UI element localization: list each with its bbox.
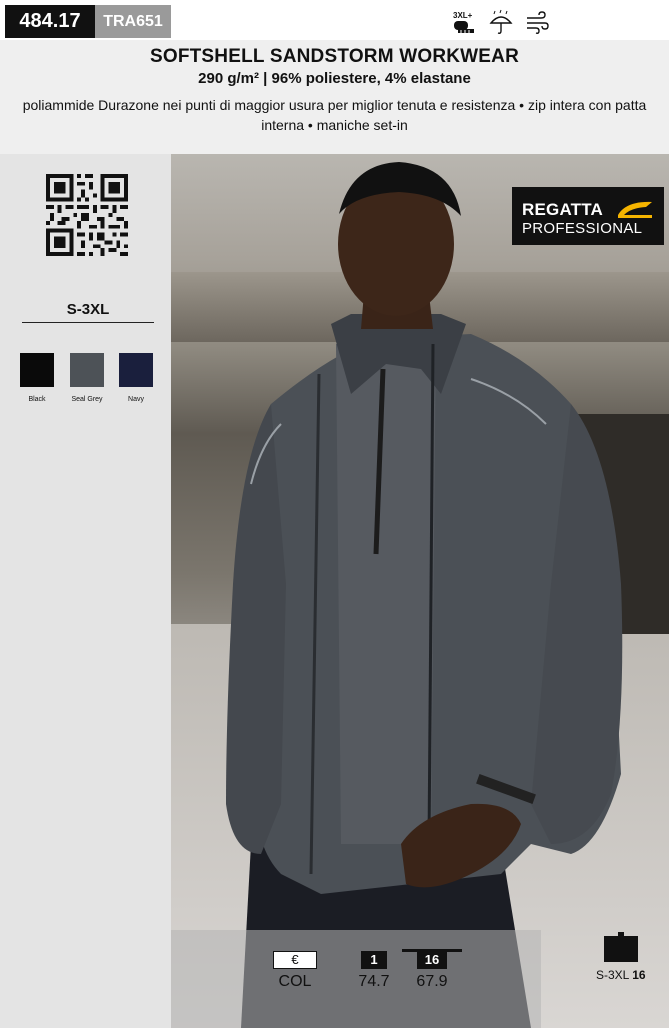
color-label: Navy [128, 396, 144, 403]
tier-price: 74.7 [358, 973, 390, 990]
size-plus-icon: 3XL+ [452, 9, 478, 35]
svg-text:3XL+: 3XL+ [453, 11, 473, 20]
packaging-sizes: S-3XL [596, 968, 633, 982]
product-header: SOFTSHELL SANDSTORM WORKWEAR 290 g/m² | … [0, 40, 669, 154]
color-label: Seal Grey [71, 396, 103, 403]
product-title: SOFTSHELL SANDSTORM WORKWEAR [149, 46, 520, 67]
col-label: COL [278, 973, 312, 990]
price-table: € COL 1 74.7 16 67.9 [171, 930, 541, 1028]
waterproof-umbrella-icon [488, 9, 514, 35]
currency-box: € [273, 951, 317, 969]
price-tier-2: 16 67.9 [407, 951, 457, 991]
price-col-currency: € COL [272, 951, 318, 991]
regatta-professional-logo: REGATTA PROFESSIONAL [512, 187, 664, 245]
color-swatch-seal-grey[interactable] [70, 353, 104, 387]
sidebar: S-3XL Black Seal Grey Navy [0, 154, 171, 1028]
product-photo: REGATTA PROFESSIONAL [171, 154, 669, 1028]
price-tier-1: 1 74.7 [349, 951, 399, 991]
packaging-qty: 16 [632, 968, 646, 982]
tier-qty: 1 [361, 951, 387, 969]
feature-icons: 3XL+ [452, 8, 550, 36]
regatta-mark-icon [618, 201, 652, 218]
divider [22, 322, 154, 323]
size-range: S-3XL [66, 301, 110, 318]
logo-text: PROFESSIONAL [522, 220, 643, 237]
tier-price: 67.9 [416, 973, 448, 990]
product-subtitle: 290 g/m² | 96% poliestere, 4% elastane [198, 70, 471, 87]
supplier-code: TRA651 [95, 5, 171, 38]
top-bar: 484.17 TRA651 3XL+ [0, 0, 669, 40]
packaging-info: S-3XL 16 [596, 968, 646, 982]
model-wearing-jacket [226, 162, 623, 1028]
windproof-icon [524, 9, 550, 35]
color-label: Black [28, 396, 46, 403]
color-swatch-black[interactable] [20, 353, 54, 387]
carton-box-icon [604, 932, 638, 962]
product-description: poliammide Durazone nei punti di maggior… [22, 97, 647, 133]
qr-code[interactable] [46, 174, 128, 256]
logo-text: REGATTA [522, 200, 604, 219]
product-code: 484.17 [5, 5, 95, 38]
tier-qty: 16 [417, 951, 447, 969]
color-swatch-navy[interactable] [119, 353, 153, 387]
